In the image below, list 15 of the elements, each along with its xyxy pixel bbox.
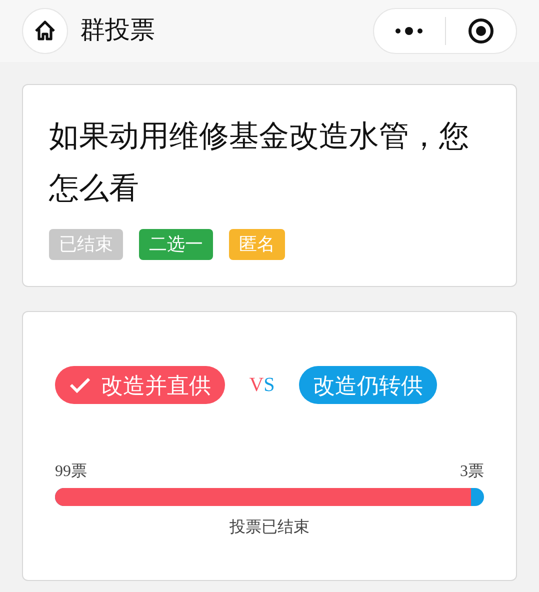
versus-label: VS (248, 373, 276, 398)
vote-status: 投票已结束 (228, 518, 310, 538)
target-icon (468, 18, 494, 44)
page-title: 群投票 (80, 15, 155, 46)
vote-count: 99票 (55, 462, 87, 482)
vote-count: 3票 (460, 462, 484, 482)
tag: 二选一 (139, 229, 213, 260)
home-icon (33, 19, 57, 43)
option-button[interactable]: 改造并直供 (55, 366, 225, 404)
more-icon (394, 26, 424, 36)
option-button[interactable]: 改造仍转供 (299, 366, 437, 404)
tag: 匿名 (229, 229, 285, 260)
check-icon (69, 376, 91, 394)
home-button[interactable] (22, 8, 68, 54)
question-title: 如果动用维修基金改造水管，您怎么看 (49, 119, 470, 207)
